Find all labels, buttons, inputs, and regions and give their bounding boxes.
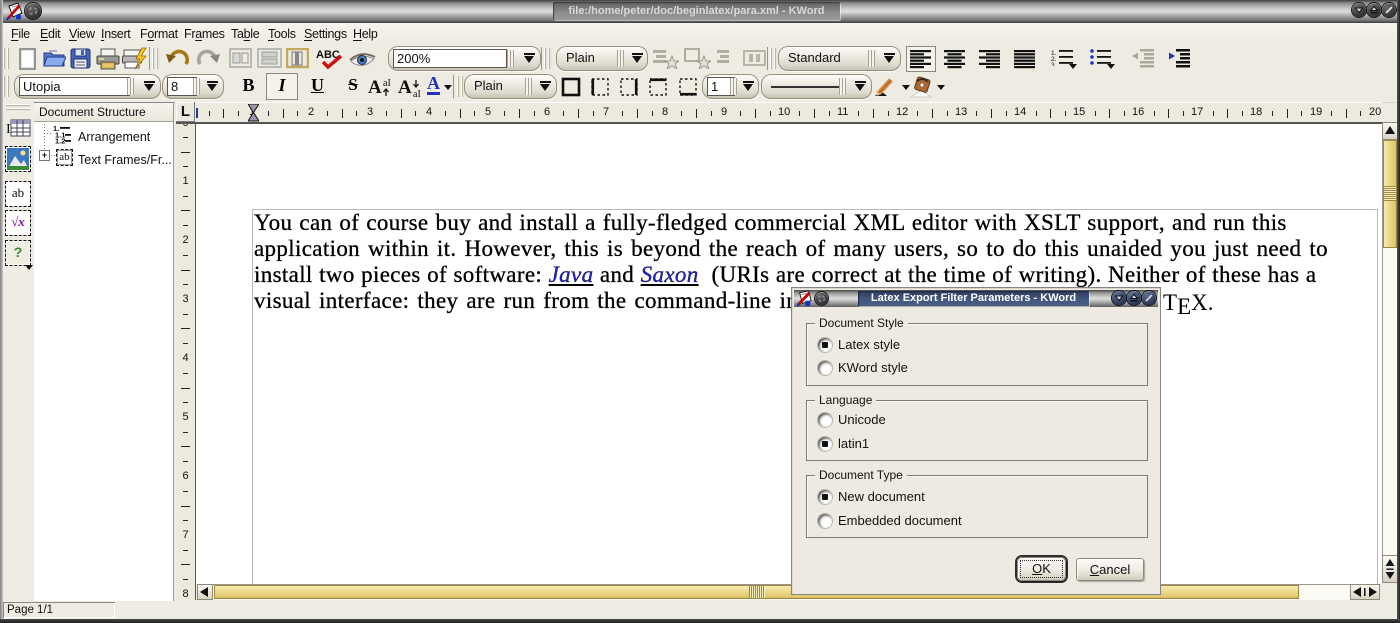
svg-text:I: I	[6, 122, 11, 137]
svg-text:aI: aI	[413, 89, 421, 98]
svg-text:A: A	[368, 77, 382, 98]
svg-text:A: A	[398, 77, 412, 98]
svg-text:1.2: 1.2	[55, 137, 65, 146]
svg-text:aI: aI	[383, 78, 391, 89]
svg-text:3.: 3.	[1051, 62, 1057, 66]
